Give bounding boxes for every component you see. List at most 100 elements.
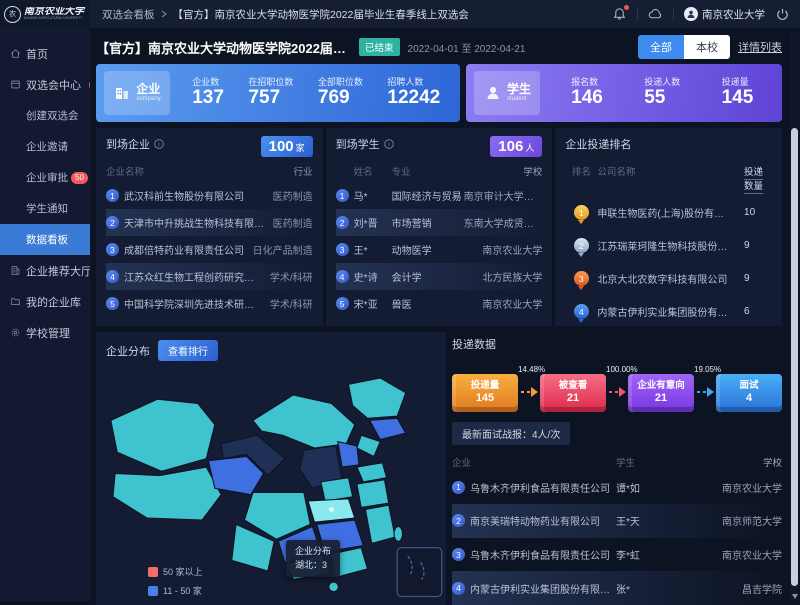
delivery-data-section: 投递数据 投递量145 14.48% 被查看21 100.00% 企业有意向21… <box>452 332 782 605</box>
school: 北方民族大学 <box>464 269 543 284</box>
logo-en-text: NANJING AGRICULTURAL UNIVERSITY <box>24 17 80 20</box>
stat-value: 145 <box>722 87 754 109</box>
power-icon[interactable] <box>775 7 790 22</box>
sidebar-item-student-notify[interactable]: 学生通知 <box>0 193 90 224</box>
company-name: 武汉科前生物股份有限公司 <box>124 188 267 203</box>
arrived-students-panel: 到场学生 i 106人 姓名 专业 学校 1马*国际经济与贸易南京审计大学金审学… <box>326 128 553 326</box>
sidebar-item-create-fair[interactable]: 创建双选会 <box>0 100 90 131</box>
col-count[interactable]: 投递数量 <box>744 167 763 194</box>
view-ranking-button[interactable]: 查看排行 <box>158 340 218 361</box>
company-row: 5中国科学院深圳先进技术研究院学术/科研 <box>106 290 313 317</box>
student-name: 马* <box>354 188 392 203</box>
sidebar-item-fair-center[interactable]: 双选会中心 50 <box>0 69 90 100</box>
vertical-scrollbar[interactable] <box>790 32 799 601</box>
rank-circle: 4 <box>106 270 119 283</box>
gold-medal-icon: 1 <box>574 205 589 220</box>
sidebar-label: 企业审批 <box>26 170 68 185</box>
student-label-en: student <box>507 96 531 103</box>
interview-report: 最新面试战报：4人/次 <box>452 422 570 445</box>
company-distribution-panel: 企业分布 查看排行 <box>96 332 446 605</box>
sidebar-item-company-library[interactable]: 我的企业库 <box>0 286 90 317</box>
panel-title: 企业投递排名 <box>565 136 631 152</box>
topbar: 农 南京农业大学 NANJING AGRICULTURAL UNIVERSITY… <box>0 0 800 28</box>
library-icon <box>10 296 21 307</box>
sidebar-item-school-manage[interactable]: 学校管理 <box>0 317 90 348</box>
school: 南京审计大学金审学院 <box>464 188 543 203</box>
scrollbar-thumb[interactable] <box>791 128 798 586</box>
info-icon[interactable]: i <box>154 139 164 149</box>
sidebar-label: 我的企业库 <box>26 294 81 310</box>
divider <box>637 8 638 20</box>
company-row: 1武汉科前生物股份有限公司医药制造 <box>106 182 313 209</box>
student-name: 张* <box>616 581 686 596</box>
filter-all-button[interactable]: 全部 <box>638 35 684 59</box>
breadcrumb: 双选会看板 【官方】南京农业大学动物医学院2022届毕业生春季线上双选会 <box>102 7 469 22</box>
stat-label: 企业数 <box>192 77 224 87</box>
rank-circle: 4 <box>452 582 465 595</box>
map-tooltip: 企业分布 湖北：3 <box>286 540 340 577</box>
school: 南京农业大学 <box>686 480 782 495</box>
panel-title: 到场学生 <box>336 136 380 152</box>
company-name: 北京大北农数字科技有限公司 <box>597 271 730 286</box>
rank-circle: 1 <box>336 189 349 202</box>
match-row: 1乌鲁木齐伊利食品有限责任公司谭*如南京农业大学 <box>452 471 782 505</box>
major: 会计学 <box>392 269 464 284</box>
filter-school-button[interactable]: 本校 <box>684 35 730 59</box>
person-icon <box>484 84 502 102</box>
page-title: 【官方】南京农业大学动物医学院2022届毕业生春季线上双选会 <box>96 38 351 57</box>
company-count-badge: 100家 <box>261 136 313 157</box>
company-name: 成都倍特药业有限责任公司 <box>124 242 247 257</box>
delivery-ranking-panel: 企业投递排名 排名 公司名称 投递数量 1申联生物医药(上海)股份有限公司10 … <box>555 128 782 326</box>
info-icon[interactable]: i <box>384 139 394 149</box>
company-name: 江苏众红生物工程创药研究院有... <box>124 269 264 284</box>
major: 国际经济与贸易 <box>392 188 464 203</box>
student-name: 李*虹 <box>616 547 686 562</box>
legend-label: 11 - 50 家 <box>163 584 202 597</box>
col-student: 学生 <box>616 455 686 469</box>
rank-circle: 3 <box>106 243 119 256</box>
avatar-icon <box>684 7 698 21</box>
panel-title: 企业分布 <box>106 343 150 359</box>
stat-label: 投递人数 <box>644 77 680 87</box>
date-range: 2022-04-01 至 2022-04-21 <box>408 40 526 55</box>
sidebar-item-company-invite[interactable]: 企业邀请 <box>0 131 90 162</box>
col-school: 学校 <box>464 164 543 178</box>
industry: 医药制造 <box>273 215 313 230</box>
cloud-download-icon[interactable] <box>648 7 663 22</box>
bell-icon[interactable] <box>612 7 627 22</box>
bronze-medal-icon: 3 <box>574 271 589 286</box>
rank-circle: 1 <box>452 481 465 494</box>
rank-circle: 5 <box>106 297 119 310</box>
ranking-row: 1申联生物医药(上海)股份有限公司10 <box>565 196 772 229</box>
panel-title: 到场企业 <box>106 136 150 152</box>
legend-swatch-red <box>148 567 158 577</box>
breadcrumb-root[interactable]: 双选会看板 <box>102 7 155 22</box>
company-name: 南京美瑞特动物药业有限公司 <box>470 513 616 528</box>
company-name: 内蒙古伊利实业集团股份有限公司西安分公司 <box>470 581 616 596</box>
stat-value: 146 <box>571 87 603 109</box>
sidebar-item-company-approve[interactable]: 企业审批 50 <box>0 162 90 193</box>
rank-circle: 2 <box>106 216 119 229</box>
user-menu[interactable]: 南京农业大学 <box>684 7 765 22</box>
sidebar-item-recommend-hall[interactable]: 企业推荐大厅 <box>0 255 90 286</box>
sidebar-item-data-dashboard[interactable]: 数据看板 <box>0 224 90 255</box>
industry: 医药制造 <box>273 188 313 203</box>
scroll-down-arrow-icon[interactable] <box>792 594 798 599</box>
stat-label: 投递量 <box>722 77 754 87</box>
user-name: 南京农业大学 <box>702 7 765 22</box>
student-name: 刘*晋 <box>354 215 392 230</box>
major: 兽医 <box>392 296 464 311</box>
industry: 学术/科研 <box>270 269 313 284</box>
status-badge: 已结束 <box>359 38 400 56</box>
tooltip-title: 企业分布 <box>295 545 331 559</box>
sidebar-label: 双选会中心 <box>26 77 81 93</box>
sidebar-label: 学生通知 <box>26 201 68 216</box>
company-name: 内蒙古伊利实业集团股份有限公... <box>597 304 730 319</box>
app-logo: 农 南京农业大学 NANJING AGRICULTURAL UNIVERSITY <box>0 0 90 28</box>
main-content: 【官方】南京农业大学动物医学院2022届毕业生春季线上双选会 已结束 2022-… <box>90 28 800 601</box>
detail-list-link[interactable]: 详情列表 <box>738 39 782 55</box>
sidebar-item-home[interactable]: 首页 <box>0 38 90 69</box>
col-rank: 排名 <box>565 164 597 192</box>
stat-value: 757 <box>248 87 293 109</box>
funnel-stage: 企业有意向21 <box>628 374 694 412</box>
